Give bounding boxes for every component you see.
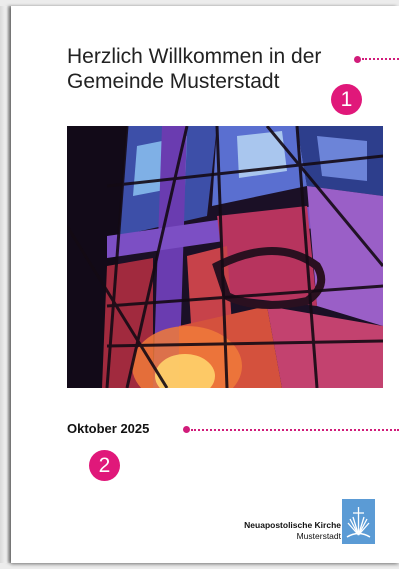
callout-dot-1: [354, 56, 361, 63]
callout-badge-2: 2: [89, 450, 120, 481]
stained-glass-image: [67, 126, 383, 388]
callout-badge-1: 1: [331, 84, 362, 115]
church-logo-icon: [342, 499, 375, 544]
issue-date: Oktober 2025: [67, 421, 150, 436]
church-name: Neuapostolische Kirche: [244, 520, 341, 530]
document-page: Herzlich Willkommen in der Gemeinde Must…: [11, 6, 399, 563]
page-title: Herzlich Willkommen in der Gemeinde Must…: [67, 45, 322, 93]
callout-dot-2: [183, 426, 190, 433]
callout-leader-2: [191, 429, 399, 431]
document-spine: [0, 6, 11, 563]
church-location: Musterstadt: [296, 531, 341, 541]
callout-leader-1: [362, 58, 399, 60]
church-brand: Neuapostolische Kirche Musterstadt: [244, 520, 341, 542]
